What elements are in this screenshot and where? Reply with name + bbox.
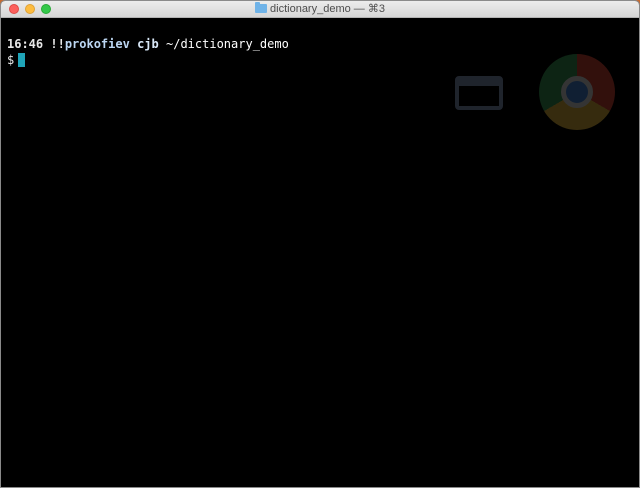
- terminal-content[interactable]: 16:46 !!prokofiev cjb ~/dictionary_demo …: [1, 18, 639, 487]
- command-line[interactable]: $: [7, 52, 639, 68]
- prompt-time: 16:46: [7, 37, 44, 51]
- folder-icon: [255, 2, 268, 13]
- prompt-path: ~/dictionary_demo: [166, 37, 289, 51]
- prompt-line: 16:46 !!prokofiev cjb ~/dictionary_demo: [7, 36, 639, 52]
- terminal-window: dictionary_demo — ⌘3 16:46 !!prokofiev c…: [0, 0, 640, 488]
- window-title: dictionary_demo — ⌘3: [1, 1, 639, 17]
- chrome-icon: [539, 54, 615, 130]
- window-icon: [455, 76, 503, 110]
- prompt-host: cjb: [137, 37, 159, 51]
- text-cursor: [18, 53, 26, 67]
- prompt-symbol: $: [7, 53, 15, 67]
- prompt-user: prokofiev: [64, 37, 130, 51]
- window-title-text: dictionary_demo — ⌘3: [270, 3, 385, 15]
- prompt-marker: !!: [50, 37, 65, 51]
- title-bar[interactable]: dictionary_demo — ⌘3: [1, 1, 639, 18]
